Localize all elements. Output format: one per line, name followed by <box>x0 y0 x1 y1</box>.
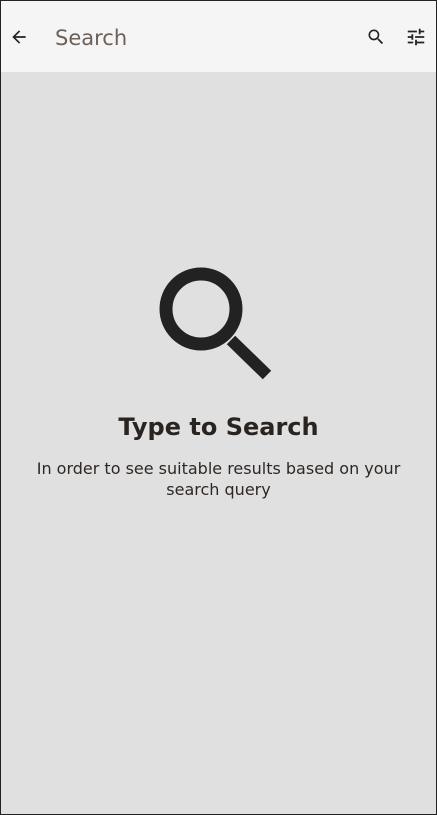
magnifier-icon <box>159 267 271 380</box>
empty-state-title: Type to Search <box>118 413 319 441</box>
empty-state-description: In order to see suitable results based o… <box>36 459 401 499</box>
search-screen: Type to Search In order to see suitable … <box>0 0 437 815</box>
search-button[interactable] <box>360 21 392 53</box>
filter-button[interactable] <box>400 21 432 53</box>
arrow-left-icon <box>12 30 26 44</box>
top-app-bar <box>1 1 436 72</box>
search-input[interactable] <box>55 21 345 55</box>
tune-sliders-icon <box>407 28 425 46</box>
search-icon <box>368 29 384 45</box>
empty-state: Type to Search In order to see suitable … <box>1 256 436 500</box>
back-button[interactable] <box>3 21 35 53</box>
